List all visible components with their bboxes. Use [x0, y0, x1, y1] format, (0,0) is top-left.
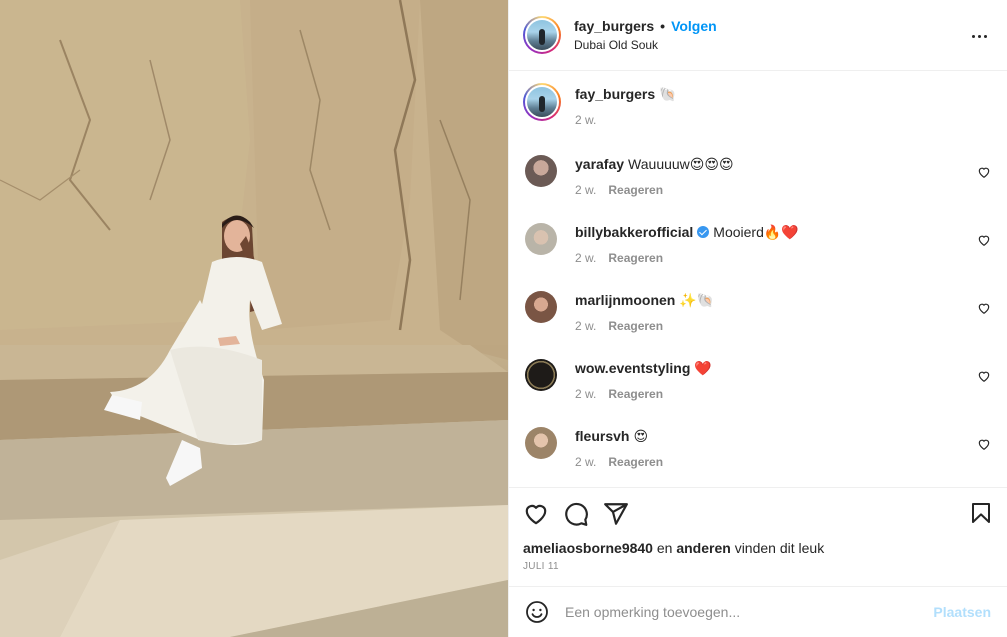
comment-username[interactable]: wow.eventstyling	[575, 360, 690, 376]
caption-text: 🐚	[659, 85, 677, 102]
caption-avatar[interactable]	[523, 82, 561, 121]
post-actions: ameliaosborne9840 en anderen vinden dit …	[509, 487, 1007, 585]
post-header: fay_burgers • Volgen Dubai Old Souk	[509, 0, 1007, 71]
more-options-icon[interactable]	[969, 26, 989, 46]
comment-time[interactable]: 2 w.	[575, 317, 596, 335]
comment-like-heart-icon[interactable]	[977, 233, 991, 247]
follow-button[interactable]: Volgen	[671, 18, 717, 34]
heart-icon[interactable]	[523, 501, 549, 527]
likes-others-link[interactable]: anderen	[676, 540, 730, 556]
post-location[interactable]: Dubai Old Souk	[574, 38, 717, 52]
comment-icon[interactable]	[563, 501, 589, 527]
caption-username[interactable]: fay_burgers	[575, 86, 655, 102]
author-avatar[interactable]	[523, 15, 561, 54]
commenter-avatar[interactable]	[525, 358, 557, 391]
send-icon[interactable]	[603, 501, 629, 527]
liker-username[interactable]: ameliaosborne9840	[523, 540, 653, 556]
comment-text: Mooierd🔥❤️	[713, 223, 799, 240]
likes-connector: en	[656, 540, 673, 557]
separator-dot: •	[660, 17, 666, 34]
comment-username[interactable]: fleursvh	[575, 428, 629, 444]
reply-button[interactable]: Reageren	[608, 317, 663, 335]
commenter-avatar[interactable]	[525, 290, 557, 323]
bookmark-icon[interactable]	[969, 501, 993, 525]
comment-text: 😍	[633, 427, 649, 444]
reply-button[interactable]: Reageren	[608, 249, 663, 267]
comment-input[interactable]	[565, 603, 934, 620]
likes-summary: ameliaosborne9840 en anderen vinden dit …	[523, 540, 993, 556]
post-dialog: fay_burgers • Volgen Dubai Old Souk fay_…	[0, 0, 1007, 637]
comment-username[interactable]: yarafay	[575, 156, 624, 172]
caption-item: fay_burgers 🐚 2 w.	[523, 82, 993, 129]
comment-item: yarafay Wauuuuw😍😍😍 2 w. Reageren	[523, 154, 993, 199]
comment-time[interactable]: 2 w.	[575, 249, 596, 267]
comment-time[interactable]: 2 w.	[575, 385, 596, 403]
author-username[interactable]: fay_burgers	[574, 18, 654, 34]
post-photo[interactable]	[0, 0, 508, 637]
comment-like-heart-icon[interactable]	[977, 437, 991, 451]
comment-like-heart-icon[interactable]	[977, 165, 991, 179]
post-comment-button[interactable]: Plaatsen	[933, 604, 991, 620]
comment-time[interactable]: 2 w.	[575, 181, 596, 199]
comment-username[interactable]: marlijnmoonen	[575, 292, 675, 308]
comment-time[interactable]: 2 w.	[575, 453, 596, 471]
commenter-avatar[interactable]	[525, 154, 557, 187]
photo-illustration	[0, 0, 508, 637]
comment-item: billybakkerofficial Mooierd🔥❤️ 2 w. Reager…	[523, 222, 993, 267]
comment-like-heart-icon[interactable]	[977, 301, 991, 315]
commenter-avatar[interactable]	[525, 426, 557, 459]
comments-list[interactable]: fay_burgers 🐚 2 w. yarafay Wauuuuw😍😍😍 2 w.…	[509, 71, 1007, 488]
reply-button[interactable]: Reageren	[608, 181, 663, 199]
comment-text: Wauuuuw😍😍😍	[628, 155, 734, 172]
comment-text: ❤️	[694, 359, 712, 376]
likes-suffix: vinden dit leuk	[734, 540, 825, 557]
commenter-avatar[interactable]	[525, 222, 557, 255]
comment-like-heart-icon[interactable]	[977, 369, 991, 383]
post-date[interactable]: JULI 11	[523, 561, 993, 572]
reply-button[interactable]: Reageren	[608, 453, 663, 471]
verified-badge-icon	[697, 225, 710, 238]
comment-text: ✨🐚	[679, 291, 715, 308]
comment-username[interactable]: billybakkerofficial	[575, 224, 693, 240]
comment-item: marlijnmoonen ✨🐚 2 w. Reageren	[523, 290, 993, 335]
reply-button[interactable]: Reageren	[608, 385, 663, 403]
post-side-panel: fay_burgers • Volgen Dubai Old Souk fay_…	[508, 0, 1007, 637]
add-comment-bar: Plaatsen	[509, 585, 1007, 637]
caption-time[interactable]: 2 w.	[575, 111, 596, 129]
comment-item: fleursvh 😍 2 w. Reageren	[523, 426, 993, 471]
comment-item: wow.eventstyling ❤️ 2 w. Reageren	[523, 358, 993, 403]
emoji-icon[interactable]	[525, 600, 549, 624]
